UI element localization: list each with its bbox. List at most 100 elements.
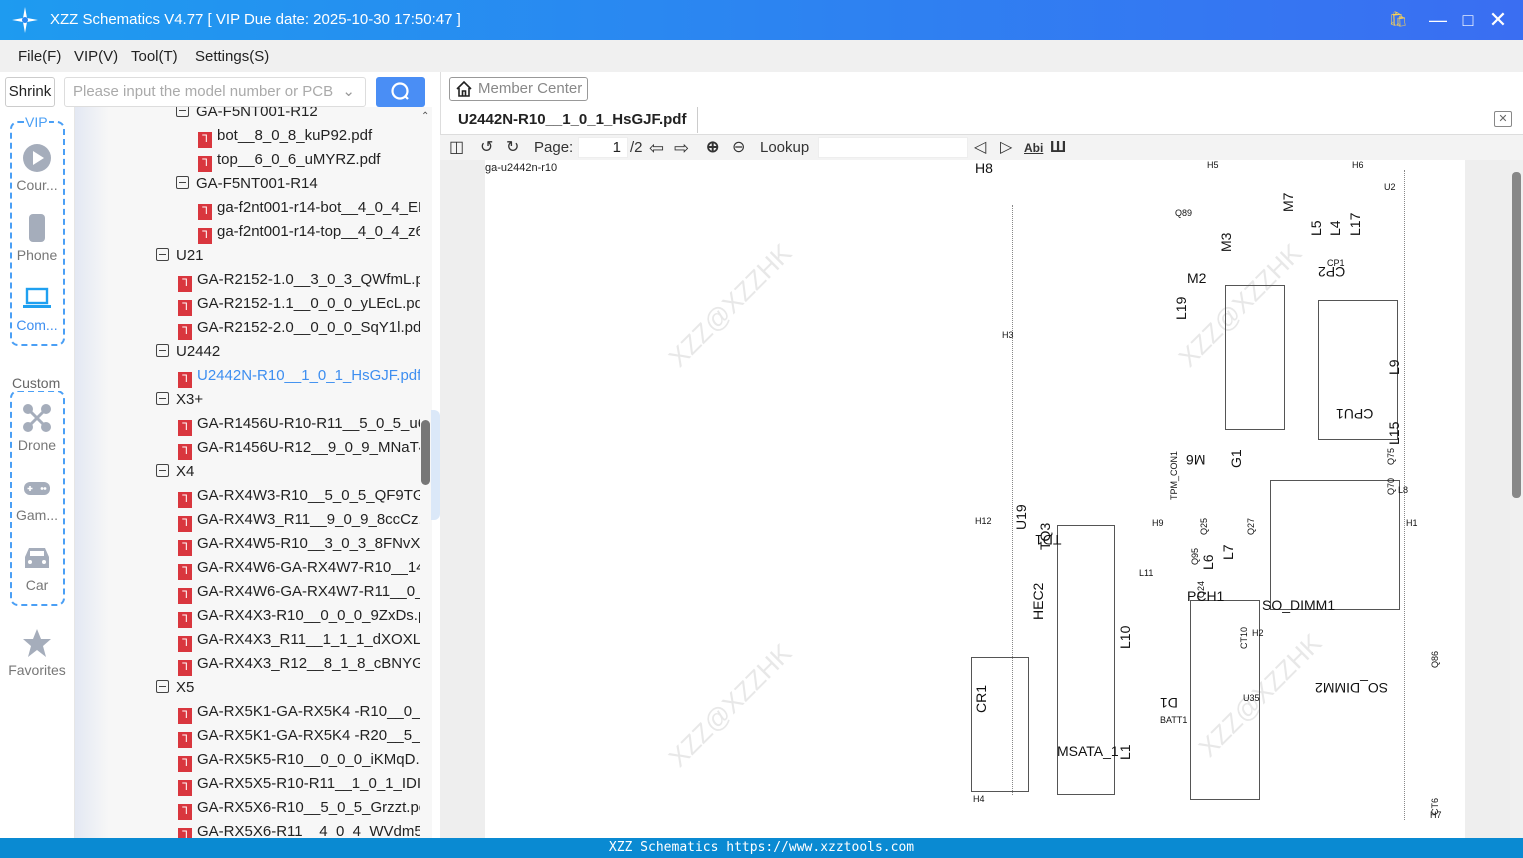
menu-vip[interactable]: VIP(V) xyxy=(74,48,118,65)
tree-file[interactable]: ⅂ GA-R2152-2.0__0_0_0_SqY1l.pdf xyxy=(178,316,420,340)
nav-phone[interactable]: Phone xyxy=(8,213,66,263)
schematic-label[interactable]: L6 xyxy=(1200,554,1216,570)
rotate-right-icon[interactable]: ↻ xyxy=(506,138,519,158)
find-next-icon[interactable]: ▷ xyxy=(1000,138,1012,158)
panel-splitter-handle[interactable] xyxy=(431,410,440,520)
schematic-label[interactable]: H6 xyxy=(1352,160,1364,170)
nav-car[interactable]: Car xyxy=(8,543,66,593)
tree-file[interactable]: ⅂ GA-R2152-1.1__0_0_0_yLEcL.pdf xyxy=(178,292,420,316)
schematic-label[interactable]: H3 xyxy=(1002,330,1014,340)
schematic-label[interactable]: L19 xyxy=(1173,297,1189,320)
tree-file[interactable]: ⅂ ga-f2nt001-r14-top__4_0_4_z6 xyxy=(198,220,420,244)
schematic-label[interactable]: CP1 xyxy=(1327,258,1345,268)
schematic-label[interactable]: M3 xyxy=(1218,233,1234,252)
schematic-label[interactable]: M2 xyxy=(1187,270,1206,286)
zoom-in-icon[interactable]: ⊕ xyxy=(706,138,719,158)
schematic-label[interactable]: Q75 xyxy=(1386,448,1396,465)
schematic-label[interactable]: CT6 xyxy=(1430,798,1440,815)
rotate-left-icon[interactable]: ↺ xyxy=(480,138,493,158)
schematic-label[interactable]: Q70 xyxy=(1386,478,1396,495)
menu-file[interactable]: File(F) xyxy=(18,48,61,65)
nav-game[interactable]: Gam... xyxy=(8,473,66,523)
schematic-label[interactable]: Q86 xyxy=(1430,651,1440,668)
minimize-button[interactable]: — xyxy=(1427,9,1449,31)
nav-courses[interactable]: Cour... xyxy=(8,143,66,193)
schematic-label[interactable]: D1 xyxy=(1160,695,1178,711)
tree-file[interactable]: ⅂ GA-RX5X5-R10-R11__1_0_1_IDIN xyxy=(178,772,420,796)
schematic-label[interactable]: U19 xyxy=(1013,504,1029,530)
tree-file[interactable]: ⅂ GA-RX5X6-R11__4_0_4_WVdm5.pdf xyxy=(178,820,420,838)
schematic-label[interactable]: H12 xyxy=(975,516,992,526)
tree-file[interactable]: ⅂ GA-R1456U-R10-R11__5_0_5_u6L xyxy=(178,412,420,436)
schematic-label[interactable]: CT10 xyxy=(1239,627,1249,649)
schematic-label[interactable]: L9 xyxy=(1386,359,1402,375)
close-tab-button[interactable]: ✕ xyxy=(1494,111,1512,127)
collapse-icon[interactable] xyxy=(156,344,169,357)
tree-file[interactable]: ⅂ GA-RX5K1-GA-RX5K4 -R20__5_0_ xyxy=(178,724,420,748)
tree-file[interactable]: ⅂ GA-RX4W6-GA-RX4W7-R11__0_0 xyxy=(178,580,420,604)
schematic-label[interactable]: H9 xyxy=(1152,518,1164,528)
tree-file[interactable]: ⅂ GA-RX5X6-R10__5_0_5_Grzzt.pdf xyxy=(178,796,420,820)
tree-folder[interactable]: X5 xyxy=(156,676,194,700)
schematic-label[interactable]: H5 xyxy=(1207,160,1219,170)
chevron-down-icon[interactable]: ⌄ xyxy=(342,78,355,106)
tree-file[interactable]: ⅂ GA-RX4W5-R10__3_0_3_8FNvX.pdf xyxy=(178,532,420,556)
viewer-scroll-thumb[interactable] xyxy=(1512,172,1521,498)
schematic-label[interactable]: SO_DIMM1 xyxy=(1262,597,1335,613)
tree-file[interactable]: ⅂ GA-RX4W3_R11__9_0_9_8ccCz.pdf xyxy=(178,508,420,532)
close-button[interactable]: ✕ xyxy=(1487,9,1509,31)
tree-folder[interactable]: GA-F5NT001-R12 xyxy=(176,107,318,124)
schematic-label[interactable]: TD1 xyxy=(1035,532,1061,548)
schematic-label[interactable]: BATT1 xyxy=(1160,715,1187,725)
schematic-label[interactable]: Q89 xyxy=(1175,208,1192,218)
schematic-label[interactable]: Q95 xyxy=(1190,548,1200,565)
schematic-label[interactable]: G1 xyxy=(1228,449,1244,468)
tree-folder[interactable]: U2442 xyxy=(156,340,220,364)
maximize-button[interactable]: □ xyxy=(1457,9,1479,31)
nav-drone[interactable]: Drone xyxy=(8,403,66,453)
collapse-icon[interactable] xyxy=(176,176,189,189)
tree-file[interactable]: ⅂ GA-RX5K1-GA-RX5K4 -R10__0_0_ xyxy=(178,700,420,724)
nav-favorites[interactable]: Favorites xyxy=(4,628,70,678)
schematic-label[interactable]: H2 xyxy=(1252,628,1264,638)
menu-settings[interactable]: Settings(S) xyxy=(195,48,269,65)
menu-tool[interactable]: Tool(T) xyxy=(131,48,178,65)
match-case-icon[interactable]: Abi xyxy=(1024,138,1043,158)
schematic-label[interactable]: U35 xyxy=(1243,693,1260,703)
schematic-label[interactable]: L10 xyxy=(1117,626,1133,649)
tree-file[interactable]: ⅂ GA-RX4W6-GA-RX4W7-R10__14_ xyxy=(178,556,420,580)
schematic-label[interactable]: SO_DIMM2 xyxy=(1315,680,1388,696)
next-page-icon[interactable]: ⇨ xyxy=(674,138,689,158)
schematic-label[interactable]: MSATA_1 xyxy=(1057,743,1119,759)
viewer-scrollbar[interactable] xyxy=(1510,160,1523,838)
schematic-label[interactable]: Q27 xyxy=(1246,518,1256,535)
schematic-label[interactable]: L17 xyxy=(1347,213,1363,236)
schematic-label[interactable]: TPM_CON1 xyxy=(1169,451,1179,500)
shrink-button[interactable]: Shrink xyxy=(5,77,55,107)
tree-file[interactable]: ⅂ U2442N-R10__1_0_1_HsGJF.pdf xyxy=(178,364,420,388)
schematic-label[interactable]: HEC2 xyxy=(1030,583,1046,620)
tree-folder[interactable]: U21 xyxy=(156,244,204,268)
collapse-icon[interactable] xyxy=(176,107,189,117)
model-search-input[interactable]: Please input the model number or PCB ⌄ xyxy=(64,77,366,107)
document-tab[interactable]: U2442N-R10__1_0_1_HsGJF.pdf xyxy=(448,107,698,133)
tree-folder[interactable]: X3+ xyxy=(156,388,203,412)
schematic-label[interactable]: Q25 xyxy=(1199,518,1209,535)
tree-file[interactable]: ⅂ GA-RX4W3-R10__5_0_5_QF9TG.pdf xyxy=(178,484,420,508)
tree-file[interactable]: ⅂ GA-RX4X3_R12__8_1_8_cBNYG.pdf xyxy=(178,652,420,676)
tree-file[interactable]: ⅂ GA-R1456U-R12__9_0_9_MNaT4.pdf xyxy=(178,436,420,460)
collapse-icon[interactable] xyxy=(156,464,169,477)
tree-scroll-thumb[interactable] xyxy=(421,420,430,485)
page-number-input[interactable]: 1 xyxy=(578,137,628,158)
binoculars-icon[interactable]: Ш xyxy=(1050,138,1066,158)
pdf-viewport[interactable]: ga-u2442n-r10 XZZ@XZZHK XZZ@XZZHK XZZ@XZ… xyxy=(440,160,1510,838)
tree-file[interactable]: ⅂ top__6_0_6_uMYRZ.pdf xyxy=(198,148,380,172)
schematic-label[interactable]: L8 xyxy=(1398,485,1408,495)
tree-folder[interactable]: X4 xyxy=(156,460,194,484)
schematic-label[interactable]: M6 xyxy=(1186,452,1205,468)
nav-computer[interactable]: Com... xyxy=(8,283,66,333)
scroll-up-icon[interactable]: ⌃ xyxy=(421,111,429,122)
schematic-label[interactable]: L4 xyxy=(1327,220,1343,236)
schematic-label[interactable]: L5 xyxy=(1308,220,1324,236)
tree-file[interactable]: ⅂ GA-RX4X3-R10__0_0_0_9ZxDs.pdf xyxy=(178,604,420,628)
